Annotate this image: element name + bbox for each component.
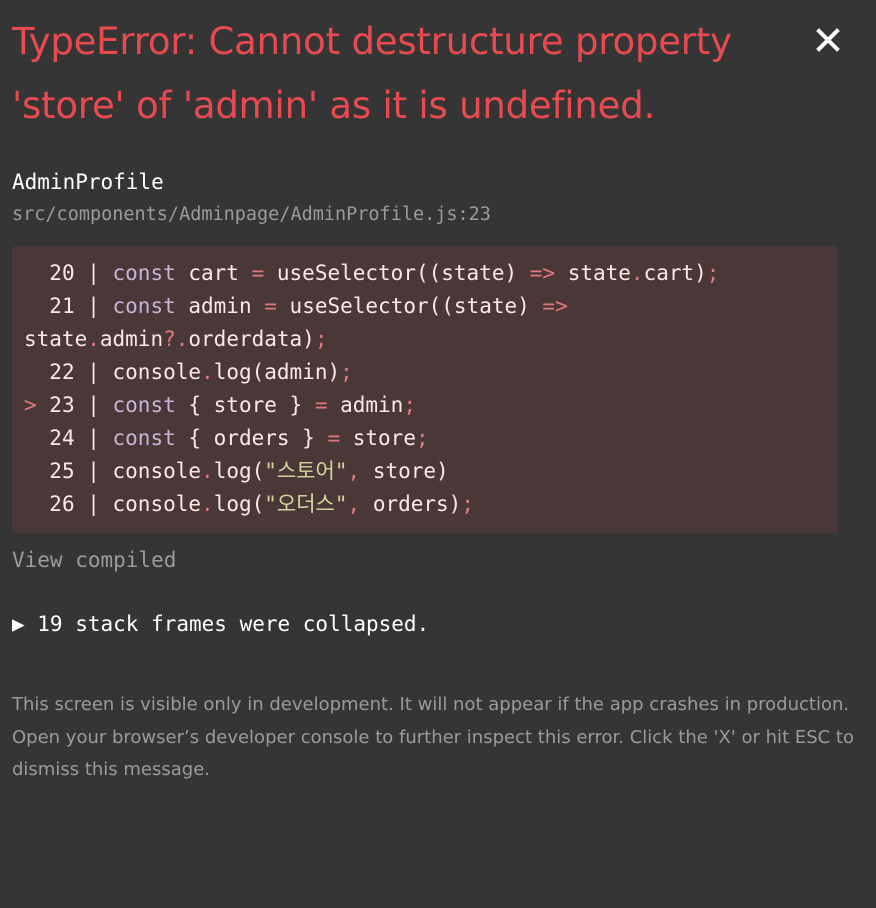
dev-notice: This screen is visible only in developme…: [12, 689, 864, 787]
line-number: 23 |: [49, 393, 113, 417]
component-name: AdminProfile: [12, 170, 164, 194]
dev-notice-line-2: Open your browser’s developer console to…: [12, 726, 855, 781]
close-icon: [816, 28, 840, 52]
code-token: "오더스": [264, 492, 348, 516]
code-token: const: [112, 261, 176, 285]
code-token: console: [112, 459, 202, 483]
code-token: cart: [175, 261, 252, 285]
code-token: .: [201, 492, 214, 516]
code-token: ?.: [163, 327, 189, 351]
code-line-highlighted: > 23 | const { store } = admin;: [24, 389, 826, 422]
code-token: =: [314, 393, 328, 417]
code-token: const: [112, 426, 176, 450]
line-number: 25 |: [49, 459, 113, 483]
code-token: cart): [643, 261, 707, 285]
code-token: ,: [347, 492, 361, 516]
code-token: admin: [99, 327, 164, 351]
code-token: ,: [347, 459, 361, 483]
line-number: 21 |: [49, 294, 113, 318]
line-marker: [24, 261, 49, 285]
code-token: ;: [415, 426, 429, 450]
line-marker: [24, 459, 49, 483]
code-token: .: [630, 261, 644, 285]
code-token: ;: [706, 261, 720, 285]
code-line: 25 | console.log("스토어", store): [24, 455, 826, 488]
dev-notice-line-1: This screen is visible only in developme…: [12, 694, 850, 715]
code-token: const: [112, 393, 176, 417]
code-line: 26 | console.log("오더스", orders);: [24, 488, 826, 521]
line-marker: [24, 360, 49, 384]
code-token: =>: [529, 261, 556, 285]
line-number: 26 |: [49, 492, 113, 516]
code-token: const: [112, 294, 176, 318]
code-line: 20 | const cart = useSelector((state) =>…: [24, 257, 826, 290]
code-token: store: [340, 426, 416, 450]
line-marker: >: [24, 393, 50, 417]
code-token: admin: [327, 393, 404, 417]
code-token: { orders }: [175, 426, 328, 450]
error-overlay: TypeError: Cannot destructure property '…: [0, 0, 876, 908]
line-number: 20 |: [49, 261, 113, 285]
code-token: useSelector((state): [264, 261, 530, 285]
code-token: state: [24, 327, 88, 351]
code-token: ;: [340, 360, 353, 384]
code-token: ;: [314, 327, 328, 351]
line-marker: [24, 294, 49, 318]
code-token: state: [555, 261, 631, 285]
error-title: TypeError: Cannot destructure property '…: [12, 20, 732, 127]
code-token: { store }: [175, 393, 315, 417]
code-token: .: [87, 327, 100, 351]
code-token: ;: [461, 492, 474, 516]
code-line: 22 | console.log(admin);: [24, 356, 826, 389]
code-token: useSelector((state): [276, 294, 543, 318]
code-token: console: [112, 360, 202, 384]
line-number: 22 |: [49, 360, 113, 384]
code-token: =: [264, 294, 277, 318]
code-token: ;: [403, 393, 416, 417]
code-line: 21 | const admin = useSelector((state) =…: [24, 290, 826, 323]
stack-frames-toggle[interactable]: ▶ 19 stack frames were collapsed.: [12, 609, 864, 639]
file-path[interactable]: src/components/Adminpage/AdminProfile.js…: [12, 202, 864, 228]
code-token: "스토어": [264, 459, 348, 483]
code-token: admin: [175, 294, 265, 318]
code-token: =: [251, 261, 265, 285]
code-token: store): [360, 459, 449, 483]
code-token: =: [327, 426, 341, 450]
code-token: .: [201, 360, 214, 384]
code-token: console: [112, 492, 202, 516]
code-token: orders): [360, 492, 462, 516]
line-marker: [24, 426, 49, 450]
code-token: =>: [542, 294, 568, 318]
line-marker: [24, 492, 49, 516]
code-token: log(admin): [213, 360, 341, 384]
line-number: 24 |: [49, 426, 113, 450]
close-button[interactable]: [808, 20, 848, 60]
code-line: 24 | const { orders } = store;: [24, 422, 826, 455]
code-token: log(: [213, 459, 265, 483]
code-token: log(: [213, 492, 265, 516]
code-snippet: 20 | const cart = useSelector((state) =>…: [12, 246, 838, 533]
view-compiled-link[interactable]: View compiled: [12, 545, 176, 575]
code-token: orderdata): [188, 327, 315, 351]
code-line: state.admin?.orderdata);: [24, 323, 826, 356]
code-token: .: [201, 459, 214, 483]
